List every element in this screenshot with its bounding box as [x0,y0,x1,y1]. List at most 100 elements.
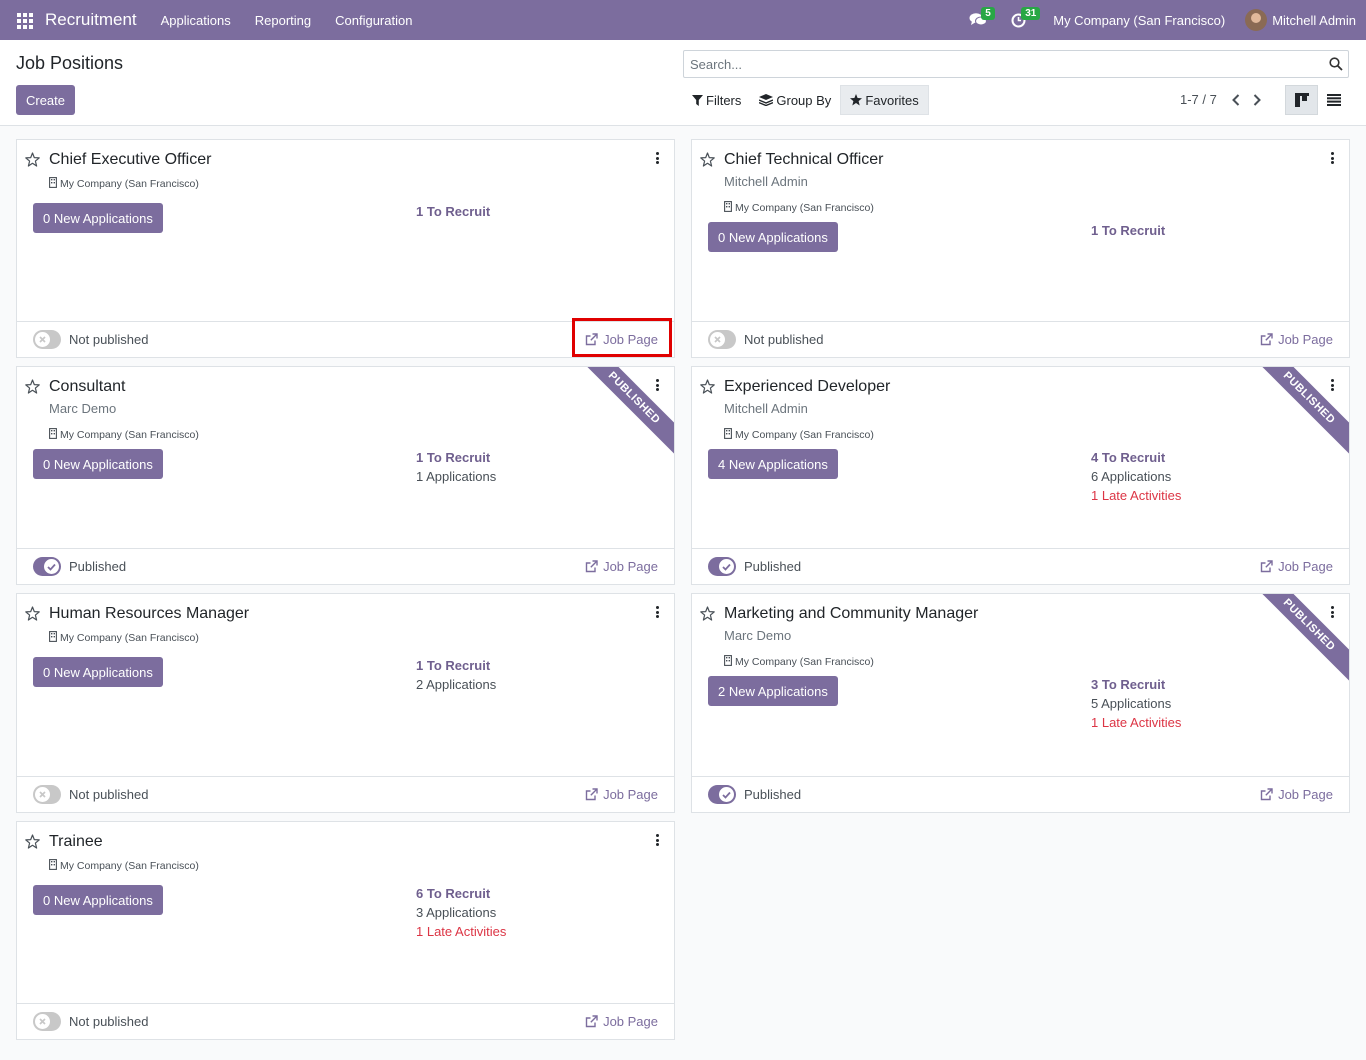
create-button[interactable]: Create [16,85,75,115]
new-applications-button[interactable]: 0 New Applications [33,885,163,915]
card-menu-icon[interactable] [654,152,660,164]
menu-reporting[interactable]: Reporting [243,13,323,28]
job-title[interactable]: Trainee [49,833,103,851]
job-card-body: PUBLISHED Consultant Marc Demo My Company (… [17,367,674,584]
publish-toggle[interactable] [33,330,61,349]
job-title[interactable]: Experienced Developer [724,378,890,396]
card-menu-icon[interactable] [654,379,660,391]
job-stats: 1 To Recruit [1091,221,1165,240]
publish-status: Not published [744,332,824,347]
chevron-left-icon [1232,94,1240,106]
recruiter-name: Marc Demo [724,628,792,643]
new-applications-button[interactable]: 0 New Applications [33,449,163,479]
list-view-button[interactable] [1318,85,1349,115]
applications-link[interactable]: 5 Applications [1091,694,1181,713]
pager-value[interactable]: 1-7 / 7 [1180,92,1217,107]
job-page-link[interactable]: Job Page [1260,559,1333,574]
publish-toggle[interactable] [33,557,61,576]
check-icon [719,787,734,802]
groupby-button[interactable]: Group By [750,85,840,115]
messages-button[interactable]: 5 [963,0,995,40]
job-page-label: Job Page [1278,332,1333,347]
job-title[interactable]: Chief Executive Officer [49,151,211,169]
job-title[interactable]: Chief Technical Officer [724,151,883,169]
top-navbar: Recruitment Applications Reporting Confi… [0,0,1366,40]
menu-configuration[interactable]: Configuration [323,13,424,28]
publish-toggle[interactable] [708,785,736,804]
kanban-view-button[interactable] [1285,85,1318,115]
new-applications-button[interactable]: 0 New Applications [708,222,838,252]
job-page-link[interactable]: Job Page [585,1014,658,1029]
publish-toggle[interactable] [708,330,736,349]
job-card[interactable]: Human Resources Manager My Company (San F… [16,593,675,813]
new-applications-button[interactable]: 0 New Applications [33,203,163,233]
job-title[interactable]: Consultant [49,378,126,396]
recruiter-name: Mitchell Admin [724,401,808,416]
kanban-icon [1294,93,1309,107]
app-switcher-icon[interactable] [17,13,33,29]
new-applications-button[interactable]: 0 New Applications [33,657,163,687]
favorite-star-icon[interactable] [25,606,40,624]
user-menu[interactable]: Mitchell Admin [1245,9,1356,31]
job-card[interactable]: PUBLISHED Marketing and Community Manager… [691,593,1350,813]
favorite-star-icon[interactable] [25,379,40,397]
new-applications-button[interactable]: 2 New Applications [708,676,838,706]
activities-badge: 31 [1021,7,1041,20]
job-page-link[interactable]: Job Page [585,559,658,574]
job-card-footer: Not published Job Page [17,1003,674,1039]
applications-link[interactable]: 1 Applications [416,467,496,486]
job-page-link[interactable]: Job Page [1260,332,1333,347]
job-card[interactable]: PUBLISHED Consultant Marc Demo My Company (… [16,366,675,585]
user-name: Mitchell Admin [1272,12,1356,28]
search-icon[interactable] [1329,57,1343,71]
company-label: My Company (San Francisco) [60,178,199,190]
job-title[interactable]: Marketing and Community Manager [724,605,978,623]
late-activities-link[interactable]: 1 Late Activities [1091,486,1181,505]
job-title[interactable]: Human Resources Manager [49,605,249,623]
job-card-footer: Published Job Page [692,776,1349,812]
favorite-star-icon[interactable] [25,152,40,170]
late-activities-link[interactable]: 1 Late Activities [1091,713,1181,732]
company-name: My Company (San Francisco) [49,428,199,442]
favorite-star-icon[interactable] [700,606,715,624]
job-card-body: Trainee My Company (San Francisco) 0 New A… [17,822,674,1039]
to-recruit-count: 1 To Recruit [416,204,491,219]
app-name[interactable]: Recruitment [45,10,137,30]
job-card[interactable]: Chief Executive Officer My Company (San F… [16,139,675,358]
card-menu-icon[interactable] [654,606,660,618]
pager-previous-button[interactable] [1227,90,1245,110]
job-card[interactable]: Chief Technical Officer Mitchell Admin My … [691,139,1350,358]
job-page-link[interactable]: Job Page [1260,787,1333,802]
card-menu-icon[interactable] [1329,606,1335,618]
publish-toggle[interactable] [708,557,736,576]
card-menu-icon[interactable] [1329,152,1335,164]
publish-toggle[interactable] [33,785,61,804]
job-card[interactable]: Trainee My Company (San Francisco) 0 New A… [16,821,675,1040]
card-menu-icon[interactable] [654,834,660,846]
applications-link[interactable]: 2 Applications [416,675,496,694]
applications-link[interactable]: 6 Applications [1091,467,1181,486]
job-page-link[interactable]: Job Page [585,787,658,802]
filters-button[interactable]: Filters [683,85,750,115]
publish-toggle[interactable] [33,1012,61,1031]
company-switcher[interactable]: My Company (San Francisco) [1053,13,1225,28]
pager-next-button[interactable] [1248,90,1266,110]
favorite-star-icon[interactable] [700,152,715,170]
late-activities-link[interactable]: 1 Late Activities [416,922,506,941]
job-card[interactable]: PUBLISHED Experienced Developer Mitchell A… [691,366,1350,585]
menu-applications[interactable]: Applications [149,13,243,28]
favorite-star-icon[interactable] [25,834,40,852]
card-menu-icon[interactable] [1329,379,1335,391]
company-name: My Company (San Francisco) [724,655,874,669]
building-icon [49,177,60,191]
favorites-button[interactable]: Favorites [840,85,929,115]
activities-button[interactable]: 31 [1003,0,1041,40]
favorite-star-icon[interactable] [700,379,715,397]
new-applications-button[interactable]: 4 New Applications [708,449,838,479]
search-input[interactable] [685,52,1325,76]
building-icon [724,655,735,669]
recruiter-name: Marc Demo [49,401,117,416]
building-icon [724,201,735,215]
applications-link[interactable]: 3 Applications [416,903,506,922]
search-box [683,50,1349,78]
